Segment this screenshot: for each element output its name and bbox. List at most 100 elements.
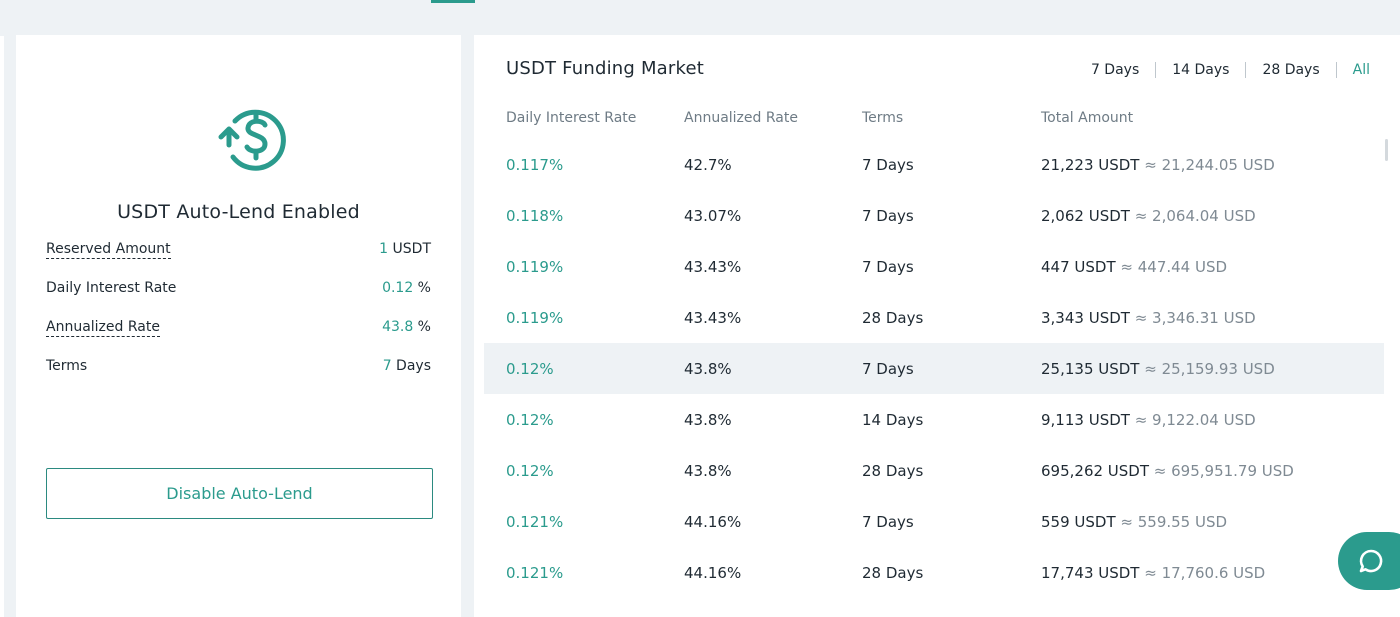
term-filters: 7 Days 14 Days 28 Days All [1091, 61, 1370, 79]
terms-cell: 28 Days [862, 462, 924, 480]
amount-usdt: 21,223 USDT [1041, 156, 1140, 174]
annualized-rate-unit: % [413, 319, 431, 335]
annualized-rate-cell: 43.43% [684, 258, 742, 276]
annualized-rate-value: 43.8 % [382, 319, 431, 335]
column-header-terms: Terms [862, 110, 904, 126]
amount-usdt: 447 USDT [1041, 258, 1116, 276]
filter-7-days[interactable]: 7 Days [1091, 61, 1155, 79]
terms-cell: 28 Days [862, 564, 924, 582]
daily-rate-cell: 0.12% [506, 411, 554, 429]
amount-usd: ≈ 9,122.04 USD [1134, 411, 1256, 429]
column-header-daily-rate: Daily Interest Rate [506, 110, 637, 126]
amount-usdt: 17,743 USDT [1041, 564, 1140, 582]
total-amount-cell: 25,135 USDT ≈ 25,159.93 USD [1041, 360, 1275, 378]
daily-rate-label: Daily Interest Rate [46, 280, 177, 296]
table-row[interactable]: 0.12% 43.8% 7 Days 25,135 USDT ≈ 25,159.93 … [484, 343, 1384, 394]
dollar-cycle-icon [218, 109, 286, 171]
column-header-annualized-rate: Annualized Rate [684, 110, 798, 126]
annualized-rate-label[interactable]: Annualized Rate [46, 319, 160, 337]
daily-rate-row: Daily Interest Rate 0.12 % [46, 280, 431, 302]
annualized-rate-cell: 42.7% [684, 156, 732, 174]
amount-usdt: 25,135 USDT [1041, 360, 1140, 378]
column-header-total-amount: Total Amount [1041, 110, 1134, 126]
terms-cell: 7 Days [862, 207, 914, 225]
daily-rate-unit: % [413, 280, 431, 296]
amount-usd: ≈ 447.44 USD [1120, 258, 1228, 276]
daily-rate-cell: 0.119% [506, 258, 564, 276]
total-amount-cell: 17,743 USDT ≈ 17,760.6 USD [1041, 564, 1265, 582]
annualized-rate-number: 43.8 [382, 319, 414, 335]
terms-number: 7 [382, 358, 392, 374]
table-scrollbar[interactable] [1385, 139, 1388, 161]
annualized-rate-cell: 43.8% [684, 360, 732, 378]
terms-label: Terms [46, 358, 88, 374]
daily-rate-cell: 0.121% [506, 564, 564, 582]
total-amount-cell: 559 USDT ≈ 559.55 USD [1041, 513, 1227, 531]
amount-usd: ≈ 17,760.6 USD [1144, 564, 1266, 582]
amount-usd: ≈ 559.55 USD [1120, 513, 1228, 531]
chat-bubble-icon [1359, 549, 1383, 573]
daily-rate-cell: 0.121% [506, 513, 564, 531]
market-title: USDT Funding Market [506, 58, 705, 79]
table-row[interactable]: 0.121% 44.16% 28 Days 17,743 USDT ≈ 17,760.… [484, 547, 1384, 598]
annualized-rate-row: Annualized Rate 43.8 % [46, 319, 431, 341]
amount-usdt: 695,262 USDT [1041, 462, 1150, 480]
amount-usdt: 9,113 USDT [1041, 411, 1130, 429]
terms-row: Terms 7 Days [46, 358, 431, 380]
table-row[interactable]: 0.118% 43.07% 7 Days 2,062 USDT ≈ 2,064.04 … [484, 190, 1384, 241]
amount-usdt: 2,062 USDT [1041, 207, 1130, 225]
daily-rate-value: 0.12 % [382, 280, 431, 296]
table-row[interactable]: 0.117% 42.7% 7 Days 21,223 USDT ≈ 21,244.05… [484, 139, 1384, 190]
amount-usd: ≈ 2,064.04 USD [1134, 207, 1256, 225]
total-amount-cell: 3,343 USDT ≈ 3,346.31 USD [1041, 309, 1256, 327]
amount-usdt: 3,343 USDT [1041, 309, 1130, 327]
reserved-amount-row: Reserved Amount 1 USDT [46, 241, 431, 263]
table-row[interactable]: 0.12% 43.8% 14 Days 9,113 USDT ≈ 9,122.04 U… [484, 394, 1384, 445]
table-header: Daily Interest Rate Annualized Rate Term… [506, 110, 1366, 128]
total-amount-cell: 9,113 USDT ≈ 9,122.04 USD [1041, 411, 1256, 429]
terms-cell: 7 Days [862, 360, 914, 378]
chat-button[interactable] [1338, 532, 1400, 590]
table-row[interactable]: 0.119% 43.43% 7 Days 447 USDT ≈ 447.44 USD [484, 241, 1384, 292]
annualized-rate-cell: 43.8% [684, 462, 732, 480]
amount-usd: ≈ 25,159.93 USD [1144, 360, 1275, 378]
funding-market-card: USDT Funding Market 7 Days 14 Days 28 Da… [474, 35, 1400, 617]
total-amount-cell: 21,223 USDT ≈ 21,244.05 USD [1041, 156, 1275, 174]
reserved-amount-unit: USDT [388, 241, 431, 257]
market-table-body: 0.117% 42.7% 7 Days 21,223 USDT ≈ 21,244.05… [484, 139, 1384, 598]
reserved-amount-label[interactable]: Reserved Amount [46, 241, 171, 259]
table-row[interactable]: 0.119% 43.43% 28 Days 3,343 USDT ≈ 3,346.31… [484, 292, 1384, 343]
terms-cell: 7 Days [862, 513, 914, 531]
terms-cell: 7 Days [862, 258, 914, 276]
daily-rate-number: 0.12 [382, 280, 414, 296]
table-row[interactable]: 0.12% 43.8% 28 Days 695,262 USDT ≈ 695,951.… [484, 445, 1384, 496]
annualized-rate-cell: 43.07% [684, 207, 742, 225]
daily-rate-cell: 0.12% [506, 360, 554, 378]
daily-rate-cell: 0.119% [506, 309, 564, 327]
active-tab-indicator [431, 0, 475, 3]
total-amount-cell: 2,062 USDT ≈ 2,064.04 USD [1041, 207, 1256, 225]
top-bar [0, 0, 1400, 4]
auto-lend-title: USDT Auto-Lend Enabled [117, 201, 360, 223]
terms-cell: 28 Days [862, 309, 924, 327]
disable-auto-lend-button[interactable]: Disable Auto-Lend [46, 468, 433, 519]
annualized-rate-cell: 43.43% [684, 309, 742, 327]
filter-14-days[interactable]: 14 Days [1156, 61, 1245, 79]
daily-rate-cell: 0.117% [506, 156, 564, 174]
annualized-rate-cell: 44.16% [684, 564, 742, 582]
table-row[interactable]: 0.121% 44.16% 7 Days 559 USDT ≈ 559.55 USD [484, 496, 1384, 547]
amount-usdt: 559 USDT [1041, 513, 1116, 531]
reserved-amount-value: 1 USDT [379, 241, 431, 257]
auto-lend-card: USDT Auto-Lend Enabled Reserved Amount 1… [16, 35, 461, 617]
terms-cell: 14 Days [862, 411, 924, 429]
annualized-rate-cell: 43.8% [684, 411, 732, 429]
amount-usd: ≈ 3,346.31 USD [1134, 309, 1256, 327]
amount-usd: ≈ 695,951.79 USD [1153, 462, 1294, 480]
terms-unit: Days [391, 358, 431, 374]
reserved-amount-number: 1 [379, 241, 389, 257]
amount-usd: ≈ 21,244.05 USD [1144, 156, 1275, 174]
terms-cell: 7 Days [862, 156, 914, 174]
filter-28-days[interactable]: 28 Days [1246, 61, 1335, 79]
filter-all[interactable]: All [1337, 61, 1370, 79]
daily-rate-cell: 0.118% [506, 207, 564, 225]
